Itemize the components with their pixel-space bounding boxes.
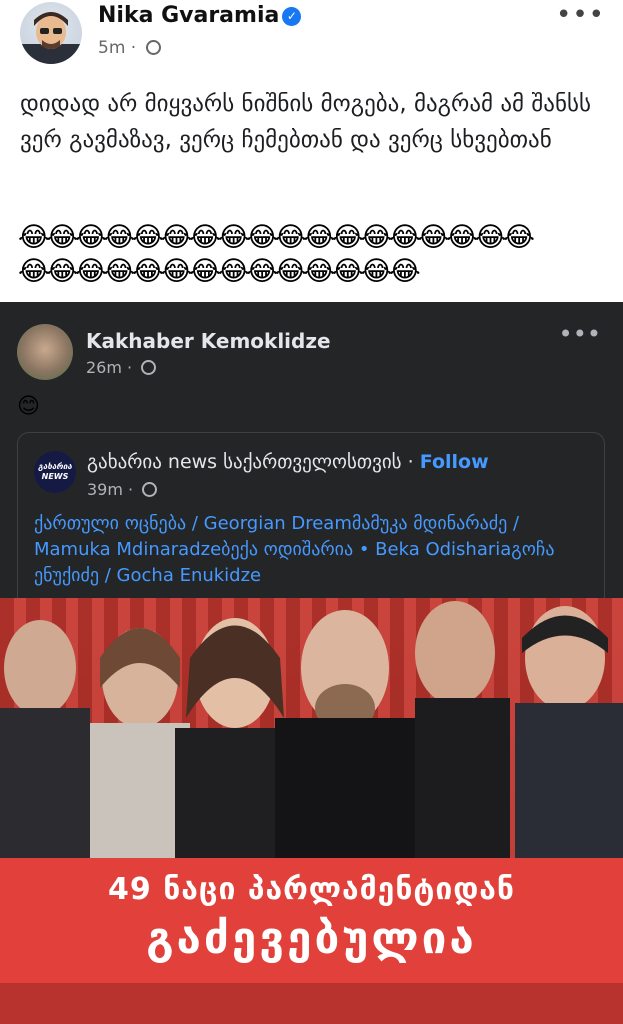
post-author-name[interactable]: Nika Gvaramia [98, 3, 279, 28]
author-avatar[interactable] [20, 2, 82, 64]
more-options-icon[interactable]: ••• [559, 320, 601, 348]
headline-line-1: 49 ნაცი პარლამენტიდან [108, 872, 515, 907]
globe-icon [145, 40, 161, 55]
emoji-row: 😂😂😂😂😂😂😂😂😂😂😂😂😂😂 [18, 256, 421, 287]
globe-icon [141, 360, 157, 375]
shared-link-card[interactable]: გახარია NEWS გახარია news საქართველოსთვი… [17, 432, 605, 598]
emoji-row: 😂😂😂😂😂😂😂😂😂😂😂😂😂😂😂😂😂😂 [18, 222, 535, 253]
more-options-icon[interactable]: ••• [556, 0, 605, 30]
page-meta: 39m · [87, 480, 158, 499]
avatar-illustration [20, 12, 82, 64]
shared-post: Kakhaber Kemoklidze 26m · ••• 😊 გახარია … [0, 302, 623, 1024]
headline-banner: 49 ნაცი პარლამენტიდან გაძევებულია [0, 858, 623, 983]
globe-icon [142, 482, 158, 497]
separator: · [407, 451, 414, 473]
page-name[interactable]: გახარია news საქართველოსთვის [87, 451, 402, 473]
hashtag-links[interactable]: ქართული ოცნება / Georgian Dreamმამუკა მდ… [34, 511, 594, 589]
page-post-time[interactable]: 39m [87, 480, 123, 499]
shared-author-name[interactable]: Kakhaber Kemoklidze [86, 329, 331, 353]
post-image[interactable]: 49 ნაცი პარლამენტიდან გაძევებულია [0, 598, 623, 1024]
shared-author-avatar[interactable] [17, 324, 73, 380]
shared-post-time[interactable]: 26m [86, 358, 122, 377]
verified-badge-icon: ✓ [282, 7, 302, 26]
post-meta: 5m · [98, 38, 161, 58]
headline-line-2: გაძევებულია [146, 913, 477, 964]
post-time[interactable]: 5m [98, 38, 125, 58]
outer-post: Nika Gvaramia ✓ 5m · ••• დიდად არ მიყვარს… [0, 0, 623, 300]
post-author[interactable]: Nika Gvaramia ✓ [98, 3, 302, 28]
shared-post-meta: 26m · [86, 358, 157, 377]
image-bottom-strip [0, 983, 623, 1024]
post-text: დიდად არ მიყვარს ნიშნის მოგება, მაგრამ ა… [20, 91, 591, 153]
people-silhouettes [0, 601, 623, 858]
follow-button[interactable]: Follow [420, 451, 489, 473]
page-avatar[interactable]: გახარია NEWS [34, 451, 76, 493]
shared-post-text: 😊 [17, 394, 40, 419]
page-header: გახარია news საქართველოსთვის · Follow [87, 451, 489, 473]
